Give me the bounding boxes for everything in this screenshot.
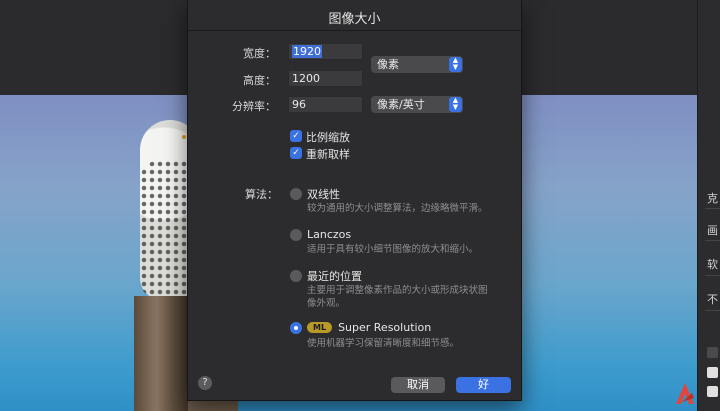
stepper-icon: ▲ ▼ xyxy=(449,97,462,112)
inspector-checkbox[interactable] xyxy=(707,367,718,378)
inspector-checkbox[interactable] xyxy=(707,347,718,358)
inspector-label-4: 不 xyxy=(707,293,718,306)
constrain-label: 比例缩放 xyxy=(306,131,350,144)
inspector-label-2: 画 xyxy=(707,224,718,237)
resample-label: 重新取样 xyxy=(306,148,350,161)
width-value: 1920 xyxy=(292,45,322,58)
resample-checkbox[interactable]: ✓ xyxy=(290,147,302,159)
inspector-checkbox[interactable] xyxy=(707,386,718,397)
algorithm-label: 算法： xyxy=(245,188,278,201)
owl-eye xyxy=(182,135,186,139)
constrain-checkbox[interactable]: ✓ xyxy=(290,130,302,142)
cancel-button[interactable]: 取消 xyxy=(391,377,445,393)
radio-super-resolution[interactable] xyxy=(290,322,302,334)
inspector-divider xyxy=(705,240,720,241)
height-label: 高度： xyxy=(243,74,276,87)
tree-stump xyxy=(134,296,190,411)
ok-button[interactable]: 好 xyxy=(456,377,511,393)
size-unit-popup[interactable]: 像素 ▲ ▼ xyxy=(371,56,463,73)
inspector-divider xyxy=(705,275,720,276)
stepper-icon: ▲ ▼ xyxy=(449,57,462,72)
option-desc-nearest-line1: 主要用于调整像素作品的大小或形成块状图 xyxy=(307,285,488,296)
radio-bilinear[interactable] xyxy=(290,188,302,200)
inspector-label-3: 软 xyxy=(707,258,718,271)
option-desc-bilinear: 较为通用的大小调整算法，边缘略微平滑。 xyxy=(307,203,488,214)
checkmark-icon: ✓ xyxy=(292,148,300,158)
app-logo-icon xyxy=(676,383,694,404)
inspector-divider xyxy=(705,310,720,311)
super-resolution-label: Super Resolution xyxy=(338,321,432,334)
help-icon[interactable]: ? xyxy=(198,376,212,390)
resolution-unit-popup[interactable]: 像素/英寸 ▲ ▼ xyxy=(371,96,463,113)
image-size-dialog: 图像大小 宽度： 1920 高度： 1200 像素 ▲ ▼ 分辨率： 96 像素/… xyxy=(187,0,522,401)
height-field[interactable]: 1200 xyxy=(288,70,363,87)
option-title-lanczos: Lanczos xyxy=(307,228,352,241)
resolution-unit-value: 像素/英寸 xyxy=(377,98,425,111)
checkmark-icon: ✓ xyxy=(292,131,300,141)
option-desc-nearest-line2: 像外观。 xyxy=(307,298,346,309)
dialog-title: 图像大小 xyxy=(328,12,381,27)
title-divider xyxy=(188,30,521,31)
size-unit-value: 像素 xyxy=(377,58,399,71)
option-title-bilinear: 双线性 xyxy=(307,188,340,201)
radio-lanczos[interactable] xyxy=(290,229,302,241)
width-label: 宽度： xyxy=(243,47,276,60)
width-field[interactable]: 1920 xyxy=(288,43,363,60)
radio-nearest[interactable] xyxy=(290,270,302,282)
ml-badge: ML xyxy=(307,322,333,333)
option-desc-lanczos: 适用于具有较小细节图像的放大和缩小。 xyxy=(307,244,479,255)
option-title-super-resolution: ML Super Resolution xyxy=(307,321,431,334)
inspector-divider xyxy=(705,208,720,209)
resolution-label: 分辨率： xyxy=(232,100,276,113)
inspector-label-1: 克 xyxy=(707,192,718,205)
option-title-nearest: 最近的位置 xyxy=(307,270,362,283)
option-desc-super-resolution: 使用机器学习保留清晰度和细节感。 xyxy=(307,338,460,349)
resolution-field[interactable]: 96 xyxy=(288,96,363,113)
